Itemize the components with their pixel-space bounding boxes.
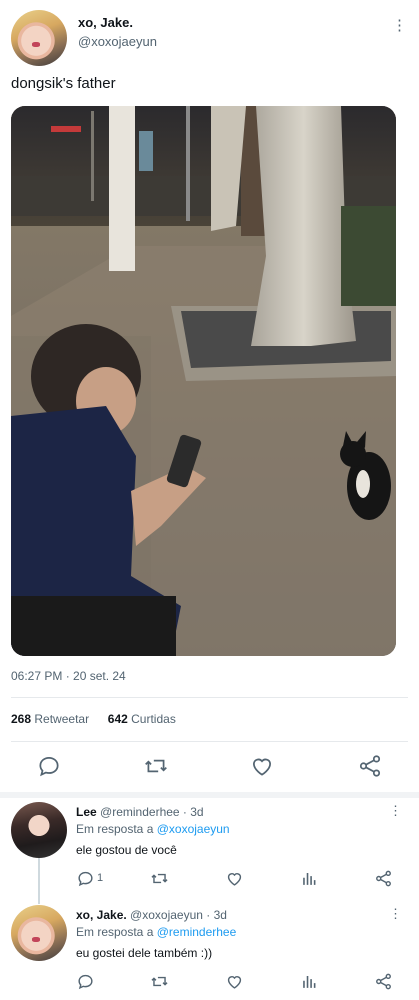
share-icon[interactable] [374, 869, 394, 889]
heart-icon[interactable] [225, 869, 245, 889]
reply-text: ele gostou de você [76, 843, 177, 857]
share-icon[interactable] [357, 753, 385, 781]
reply-avatar[interactable] [11, 905, 67, 961]
author-name[interactable]: xo, Jake. [78, 15, 133, 30]
in-reply-prefix: Em resposta a [76, 822, 154, 836]
author-avatar[interactable] [11, 10, 67, 66]
reply-icon[interactable] [76, 972, 96, 992]
in-reply-prefix: Em resposta a [76, 925, 154, 939]
retweet-icon[interactable] [143, 753, 171, 781]
reply-meta: @xoxojaeyun · 3d [130, 908, 227, 922]
retweet-icon[interactable] [150, 972, 170, 992]
more-vertical-icon[interactable]: ⋮ [392, 18, 407, 33]
heart-icon[interactable] [249, 753, 277, 781]
retweets-count[interactable]: 268 [11, 712, 31, 726]
reply-icon[interactable] [76, 869, 96, 889]
reply-author[interactable]: Lee @reminderhee · 3d [76, 805, 204, 819]
author-handle[interactable]: @xoxojaeyun [78, 34, 157, 49]
reply-icon[interactable] [36, 753, 64, 781]
reply-count: 1 [97, 872, 104, 884]
reply-avatar[interactable] [11, 802, 67, 858]
reply-action-bar [76, 972, 396, 992]
thread-line [38, 858, 40, 904]
reply-text: eu gostei dele também :)) [76, 946, 213, 960]
tweet-stats: 268 Retweetar 642 Curtidas [11, 712, 176, 726]
reply-author-name[interactable]: xo, Jake. [76, 908, 127, 922]
divider [11, 697, 408, 698]
retweet-icon[interactable] [150, 869, 170, 889]
share-icon[interactable] [374, 972, 394, 992]
tweet-timestamp[interactable]: 06:27 PM · 20 set. 24 [11, 669, 126, 683]
reply-author[interactable]: xo, Jake. @xoxojaeyun · 3d [76, 908, 227, 922]
analytics-icon[interactable] [300, 972, 320, 992]
photo-illustration [11, 106, 396, 656]
reply-meta: @reminderhee · 3d [100, 805, 204, 819]
tweet-action-bar [0, 753, 419, 785]
more-vertical-icon[interactable]: ⋮ [389, 804, 402, 817]
likes-count[interactable]: 642 [108, 712, 128, 726]
in-reply-to: Em resposta a @reminderhee [76, 925, 236, 939]
reply-author-name[interactable]: Lee [76, 805, 97, 819]
mention-link[interactable]: @reminderhee [157, 925, 237, 939]
retweets-label[interactable]: Retweetar [34, 712, 89, 726]
mention-link[interactable]: @xoxojaeyun [157, 822, 230, 836]
heart-icon[interactable] [225, 972, 245, 992]
tweet-text: dongsik's father [11, 75, 116, 92]
section-divider [0, 792, 419, 798]
reply-action-bar: 1 [76, 869, 396, 889]
in-reply-to: Em resposta a @xoxojaeyun [76, 822, 230, 836]
tweet-header: xo, Jake. @xoxojaeyun ⋮ [11, 10, 409, 66]
divider [11, 741, 408, 742]
analytics-icon[interactable] [300, 869, 320, 889]
likes-label[interactable]: Curtidas [131, 712, 176, 726]
tweet-photo[interactable] [11, 106, 396, 656]
more-vertical-icon[interactable]: ⋮ [389, 907, 402, 920]
